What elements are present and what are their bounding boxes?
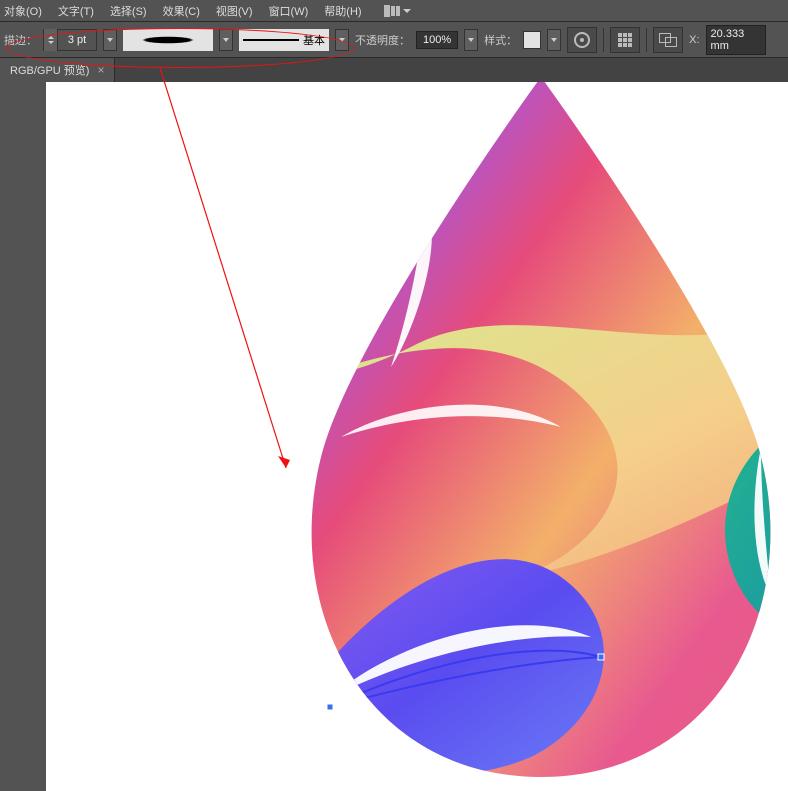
menu-select[interactable]: 选择(S) xyxy=(108,1,149,21)
recolor-artwork-button[interactable] xyxy=(567,27,597,53)
grid-icon xyxy=(618,33,632,47)
left-gutter xyxy=(0,82,46,791)
style-label: 样式： xyxy=(484,32,517,48)
style-swatch[interactable] xyxy=(523,31,541,49)
stroke-weight-stepper[interactable] xyxy=(44,29,58,51)
menu-help[interactable]: 帮助(H) xyxy=(322,1,363,21)
stroke-style-label: 基本 xyxy=(303,32,325,48)
brush-shape-icon xyxy=(131,35,205,45)
stroke-line-icon xyxy=(243,39,299,41)
close-tab-icon[interactable]: × xyxy=(97,63,104,77)
stroke-weight-value[interactable]: 3 pt xyxy=(58,34,96,46)
menu-effect[interactable]: 效果(C) xyxy=(161,1,202,21)
color-wheel-icon xyxy=(573,31,591,49)
stroke-weight-dropdown[interactable] xyxy=(103,29,117,51)
transform-button[interactable] xyxy=(653,27,683,53)
opacity-value[interactable]: 100% xyxy=(416,31,458,49)
separator xyxy=(646,28,647,52)
stroke-style-dropdown[interactable] xyxy=(335,29,349,51)
stroke-weight-field[interactable]: 3 pt xyxy=(43,29,97,51)
options-bar: 描边： 3 pt 基本 不透明度： 100% 样式： X: 20.333 mm xyxy=(0,22,788,58)
separator xyxy=(603,28,604,52)
opacity-label: 不透明度： xyxy=(355,32,410,48)
menu-type[interactable]: 文字(T) xyxy=(56,1,96,21)
x-coord-label: X: xyxy=(689,34,699,46)
transform-icon xyxy=(659,33,677,47)
artwork-drop xyxy=(261,82,788,791)
x-coord-value[interactable]: 20.333 mm xyxy=(706,25,766,55)
menu-object[interactable]: 对象(O) xyxy=(2,1,44,21)
canvas[interactable] xyxy=(46,82,788,791)
brush-profile[interactable] xyxy=(123,29,213,51)
menu-bar: 对象(O) 文字(T) 选择(S) 效果(C) 视图(V) 窗口(W) 帮助(H… xyxy=(0,0,788,22)
align-button[interactable] xyxy=(610,27,640,53)
document-tab-title: RGB/GPU 预览) xyxy=(10,62,89,78)
stroke-label: 描边： xyxy=(4,32,37,48)
layout-switcher-icon[interactable] xyxy=(384,3,412,19)
brush-profile-dropdown[interactable] xyxy=(219,29,233,51)
document-tab-bar: RGB/GPU 预览) × xyxy=(0,58,788,82)
document-tab[interactable]: RGB/GPU 预览) × xyxy=(0,58,115,82)
menu-window[interactable]: 窗口(W) xyxy=(267,1,311,21)
stroke-style[interactable]: 基本 xyxy=(239,29,329,51)
menu-view[interactable]: 视图(V) xyxy=(214,1,255,21)
opacity-dropdown[interactable] xyxy=(464,29,478,51)
style-dropdown[interactable] xyxy=(547,29,561,51)
